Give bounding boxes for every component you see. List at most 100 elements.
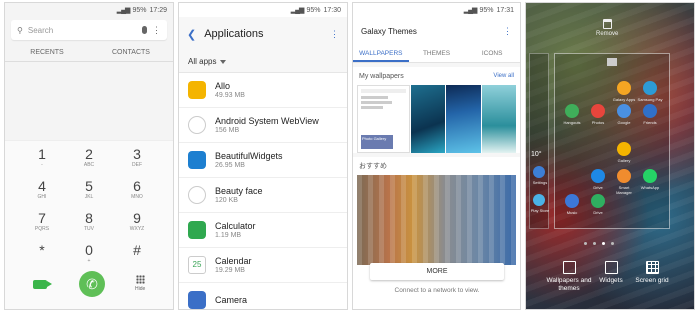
app-label: Friends [643, 120, 657, 125]
key-digit: 7 [38, 210, 46, 226]
list-item[interactable]: Camera [179, 283, 347, 309]
more-options-icon[interactable]: ⋮ [503, 27, 512, 36]
wallpaper-icon [562, 261, 576, 274]
key-letters: JKL [84, 194, 94, 200]
tab-themes[interactable]: THEMES [409, 45, 465, 62]
mic-icon[interactable] [142, 26, 147, 34]
grid-icon [645, 261, 659, 274]
call-button[interactable]: ✆ [79, 271, 105, 297]
wallpaper-thumb[interactable] [410, 85, 446, 153]
search-input[interactable]: Search [28, 26, 137, 35]
page-dot [602, 242, 605, 245]
key-digit: # [133, 242, 141, 258]
dial-key[interactable]: 1- [22, 147, 62, 169]
more-options-icon[interactable]: ⋮ [152, 26, 161, 35]
wallpaper-thumb[interactable] [446, 85, 481, 153]
home-page-preview[interactable]: Hangouts Photos Google Friends Galaxy Apps Sa… [554, 53, 670, 229]
button-label: Screen grid [635, 277, 669, 284]
wallpapers-themes-button[interactable]: Wallpapers and themes [546, 261, 592, 293]
dial-keypad: 1- 2 ABC 3 DEF 4 GHI 5 JKL 6 MNO 7 PQRS 8 TUV 9 WXYZ * 0 + #… [5, 140, 173, 309]
list-item[interactable]: Allo 49.93 MB [179, 73, 347, 108]
status-bar: ▂▄▆ 95% 17:29 [5, 3, 173, 17]
app-label: Drive [593, 210, 603, 215]
more-button[interactable]: MORE [370, 263, 504, 280]
app-icon[interactable] [617, 81, 631, 95]
app-icon[interactable] [617, 104, 631, 118]
app-label: Drive [593, 185, 603, 190]
clock: 17:30 [323, 6, 341, 14]
app-label: Samsung Pay [637, 97, 663, 102]
status-bar: ▂▄▆ 95% 17:30 [179, 3, 347, 17]
dial-key[interactable]: 9 WXYZ [117, 211, 157, 233]
remove-label: Remove [596, 31, 619, 37]
app-list: Allo 49.93 MB Android System WebView 156 MB… [179, 73, 347, 309]
tab-contacts[interactable]: CONTACTS [89, 44, 173, 61]
dial-key[interactable]: 8 TUV [69, 211, 109, 233]
filter-label: All apps [188, 57, 217, 66]
dial-key[interactable]: * [22, 243, 62, 258]
app-label: Settings [532, 180, 548, 185]
list-item[interactable]: Beauty face 120 KB [179, 178, 347, 213]
app-icon[interactable] [617, 169, 631, 183]
list-item[interactable]: Android System WebView 156 MB [179, 108, 347, 143]
dial-key[interactable]: 6 MNO [117, 179, 157, 201]
sample-gallery-label: Photo Gallery [361, 135, 393, 149]
video-call-icon[interactable] [33, 280, 52, 289]
home-icon[interactable] [607, 58, 617, 66]
key-letters: GHI [37, 194, 47, 200]
search-bar[interactable]: ⚲ Search ⋮ [11, 20, 167, 40]
dial-key[interactable]: 5 JKL [69, 178, 109, 201]
app-icon[interactable] [643, 104, 657, 118]
dial-key[interactable]: 4 GHI [22, 179, 62, 201]
dial-key[interactable]: 0 + [69, 243, 109, 265]
app-icon[interactable] [565, 194, 579, 208]
dial-key[interactable]: 2 ABC [69, 147, 109, 169]
dial-key[interactable]: 3 DEF [117, 147, 157, 169]
app-size: 26.95 MB [215, 162, 245, 169]
tab-wallpapers[interactable]: WALLPAPERS [353, 45, 409, 62]
app-icon[interactable] [591, 169, 605, 183]
app-label: Music [566, 210, 578, 215]
app-icon[interactable] [591, 104, 605, 118]
tab-icons[interactable]: ICONS [464, 45, 520, 62]
remove-target[interactable]: Remove [596, 19, 618, 37]
app-icon[interactable] [591, 194, 605, 208]
keypad-icon [135, 275, 145, 284]
list-item[interactable]: 25 Calendar 19.29 MB [179, 248, 347, 283]
key-digit: 5 [85, 178, 93, 194]
dial-key[interactable]: # [117, 243, 157, 258]
app-icon[interactable] [617, 142, 631, 156]
view-all-link[interactable]: View all [493, 73, 514, 79]
list-item[interactable]: Calculator 1.19 MB [179, 213, 347, 248]
weather-temp: 10° [531, 151, 542, 158]
app-icon[interactable] [565, 104, 579, 118]
page-title: Galaxy Themes [361, 26, 417, 36]
hide-label: Hide [135, 286, 146, 292]
app-icon [188, 116, 206, 134]
themes-header: Galaxy Themes ⋮ [353, 17, 520, 45]
app-icon[interactable] [643, 81, 657, 95]
left-page-preview[interactable]: 10° Settings Play Store [529, 53, 549, 229]
app-icon[interactable] [643, 169, 657, 183]
play-store-icon[interactable] [533, 194, 545, 206]
screen-grid-button[interactable]: Screen grid [630, 261, 674, 285]
hide-keypad-button[interactable]: Hide [135, 275, 145, 292]
key-digit: * [39, 242, 45, 258]
list-item[interactable]: BeautifulWidgets 26.95 MB [179, 143, 347, 178]
widgets-button[interactable]: Widgets [596, 261, 626, 285]
app-size: 1.19 MB [215, 232, 242, 239]
tab-recents[interactable]: RECENTS [5, 44, 89, 61]
wallpaper-thumb[interactable]: Photo Gallery [357, 85, 410, 153]
back-arrow-icon[interactable]: ❮ [187, 28, 196, 41]
dialer-screen: ▂▄▆ 95% 17:29 ⚲ Search ⋮ RECENTS CONTACT… [4, 2, 174, 310]
page-dot [593, 242, 596, 245]
app-filter-dropdown[interactable]: All apps [179, 51, 347, 73]
app-label: Photos [591, 120, 605, 125]
battery-level: 95% [479, 6, 494, 14]
recommended-image[interactable] [357, 175, 516, 265]
page-dot [584, 242, 587, 245]
wallpaper-thumb[interactable] [481, 85, 517, 153]
settings-icon[interactable] [533, 166, 545, 178]
dial-key[interactable]: 7 PQRS [22, 210, 62, 233]
more-options-icon[interactable]: ⋮ [330, 30, 339, 39]
